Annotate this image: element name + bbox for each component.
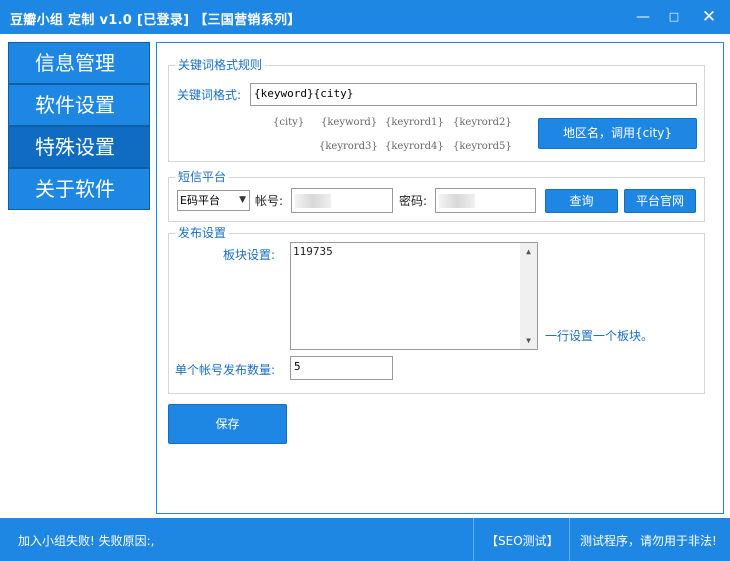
sidebar-item-software-settings[interactable]: 软件设置 xyxy=(8,84,150,126)
redacted-password xyxy=(439,193,475,208)
password-label: 密码: xyxy=(399,194,428,208)
keyword-format-input[interactable]: {keyword}{city} xyxy=(250,83,697,106)
chevron-down-icon: ▼ xyxy=(239,195,246,205)
status-bar: 加入小组失败! 失败原因:, 【SEO测试】 测试程序，请勿用于非法! xyxy=(0,518,730,561)
sidebar-nav: 信息管理 软件设置 特殊设置 关于软件 xyxy=(8,42,150,210)
publish-count-input[interactable]: 5 xyxy=(290,356,393,380)
main-panel: 关键词格式规则 关键词格式: {keyword}{city} {city} {k… xyxy=(156,42,724,514)
account-label: 帐号: xyxy=(255,194,284,208)
save-button[interactable]: 保存 xyxy=(168,404,287,444)
tag-keyrord4: {keyrord4} xyxy=(385,141,444,152)
minimize-icon[interactable]: — xyxy=(631,6,655,28)
query-button[interactable]: 查询 xyxy=(545,189,618,213)
tag-keyrord1: {keyrord1} xyxy=(385,117,444,128)
redacted-account xyxy=(295,193,331,208)
board-settings-label: 板块设置: xyxy=(223,248,276,262)
tag-keyrord5: {keyrord5} xyxy=(453,141,512,152)
sidebar-item-info-manage[interactable]: 信息管理 xyxy=(8,42,150,84)
platform-select[interactable]: E码平台 ▼ xyxy=(177,190,250,211)
sms-group-legend: 短信平台 xyxy=(175,170,230,184)
account-input[interactable] xyxy=(291,188,393,213)
tag-keyrord3: {keyrord3} xyxy=(319,141,378,152)
status-warning: 测试程序，请勿用于非法! xyxy=(580,534,717,548)
keyword-group-legend: 关键词格式规则 xyxy=(175,58,266,72)
tag-keyword: {keyword} xyxy=(321,117,378,128)
tag-city: {city} xyxy=(273,117,305,128)
scroll-down-icon[interactable]: ▼ xyxy=(520,332,537,349)
title-bar: 豆瓣小组 定制 v1.0 [已登录] 【三国营销系列】 — □ ✕ xyxy=(0,0,730,34)
board-hint: 一行设置一个板块。 xyxy=(545,329,654,343)
publish-group-legend: 发布设置 xyxy=(175,226,230,240)
keyword-format-label: 关键词格式: xyxy=(177,88,242,102)
sidebar-item-about[interactable]: 关于软件 xyxy=(8,168,150,210)
board-settings-value: 119735 xyxy=(293,245,333,258)
textarea-scrollbar[interactable]: ▲ ▼ xyxy=(520,243,537,349)
status-seo: 【SEO测试】 xyxy=(486,534,559,548)
board-settings-textarea[interactable]: 119735 ▲ ▼ xyxy=(290,242,538,350)
client-area: 信息管理 软件设置 特殊设置 关于软件 关键词格式规则 关键词格式: {keyw… xyxy=(0,34,730,518)
tag-keyrord2: {keyrord2} xyxy=(453,117,512,128)
platform-website-button[interactable]: 平台官网 xyxy=(624,189,696,213)
sidebar-item-special-settings[interactable]: 特殊设置 xyxy=(8,126,150,168)
status-divider xyxy=(569,518,570,561)
password-input[interactable] xyxy=(435,188,536,213)
maximize-icon[interactable]: □ xyxy=(662,6,686,28)
close-icon[interactable]: ✕ xyxy=(697,6,721,28)
scroll-up-icon[interactable]: ▲ xyxy=(520,243,537,260)
status-divider xyxy=(473,518,474,561)
publish-count-label: 单个帐号发布数量: xyxy=(175,363,276,377)
platform-selected-value: E码平台 xyxy=(180,194,220,207)
window-title: 豆瓣小组 定制 v1.0 [已登录] 【三国营销系列】 xyxy=(10,13,301,28)
status-message: 加入小组失败! 失败原因:, xyxy=(18,534,155,548)
region-name-button[interactable]: 地区名，调用{city} xyxy=(538,118,697,149)
